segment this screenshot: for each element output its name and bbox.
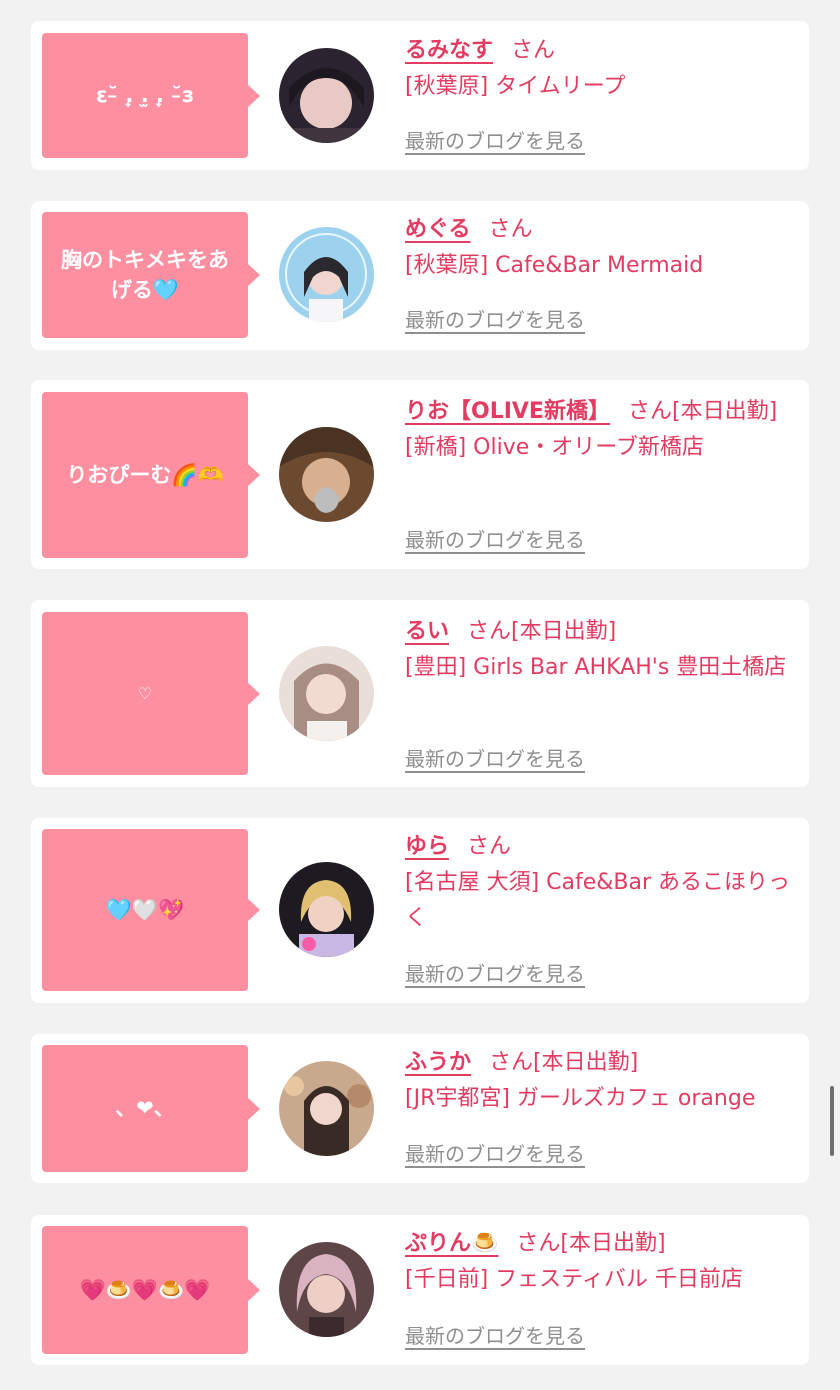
cast-name-link[interactable]: ぷりん🍮: [405, 1231, 498, 1256]
message-bubble: 、❤︎、: [42, 1045, 260, 1172]
blog-link[interactable]: 最新のブログを見る: [405, 524, 585, 553]
cast-card: 胸のトキメキをあげる🩵 めぐる さん [秋葉原] Cafe&Bar Mermaid…: [31, 201, 809, 350]
message-bubble: りおぴーむ🌈🫶: [42, 392, 260, 558]
message-text: ♡: [137, 683, 153, 703]
shop-name: [名古屋 大須] Cafe&Bar あるこほりっく: [405, 870, 791, 931]
message-bubble: 胸のトキメキをあげる🩵: [42, 212, 260, 338]
cast-blog-list: ε˘̵ .̟ .̫ .̟ ˘̵з るみなす さん [秋葉原] タイムリープ 最新の…: [0, 0, 840, 1390]
avatar[interactable]: [279, 427, 374, 522]
blog-link[interactable]: 最新のブログを見る: [405, 304, 585, 333]
cast-card: りおぴーむ🌈🫶 りお【OLIVE新橋】 さん[本日出勤] [新橋] Olive・オ…: [31, 380, 809, 569]
blog-link[interactable]: 最新のブログを見る: [405, 743, 585, 772]
cast-info: ゆら さん [名古屋 大須] Cafe&Bar あるこほりっく: [405, 829, 801, 937]
avatar-image: [279, 1061, 374, 1156]
blog-link[interactable]: 最新のブログを見る: [405, 1138, 585, 1167]
cast-card: 💗🍮💗🍮💗 ぷりん🍮 さん[本日出勤] [千日前] フェスティバル 千日前店 最新…: [31, 1215, 809, 1365]
message-text: ε˘̵ .̟ .̫ .̟ ˘̵з: [95, 83, 195, 108]
blog-link[interactable]: 最新のブログを見る: [405, 958, 585, 987]
cast-info: るみなす さん [秋葉原] タイムリープ: [405, 33, 801, 105]
honorific: さん: [488, 217, 533, 242]
name-line: ゆら さん: [405, 829, 801, 865]
avatar[interactable]: [279, 1242, 374, 1337]
cast-name-link[interactable]: ゆら: [405, 834, 449, 859]
message-text: りおぴーむ🌈🫶: [66, 462, 224, 487]
scrollbar-thumb[interactable]: [830, 1086, 834, 1156]
message-text: 💗🍮💗🍮💗: [79, 1277, 211, 1302]
cast-info: るい さん[本日出勤] [豊田] Girls Bar AHKAH's 豊田土橋店: [405, 614, 801, 686]
status-badge: [本日出勤]: [560, 1231, 666, 1256]
cast-card: 、❤︎、 ふうか さん[本日出勤] [JR宇都宮] ガールズカフェ orange …: [31, 1034, 809, 1183]
avatar-image: [279, 427, 374, 522]
avatar[interactable]: [279, 1061, 374, 1156]
honorific: さん: [467, 834, 512, 859]
name-line: ぷりん🍮 さん[本日出勤]: [405, 1226, 801, 1262]
message-bubble: ♡: [42, 612, 260, 775]
shop-name: [豊田] Girls Bar AHKAH's 豊田土橋店: [405, 655, 787, 680]
avatar-image: [279, 646, 374, 741]
cast-card: ♡ るい さん[本日出勤] [豊田] Girls Bar AHKAH's 豊田土橋…: [31, 600, 809, 787]
cast-card: ε˘̵ .̟ .̫ .̟ ˘̵з るみなす さん [秋葉原] タイムリープ 最新の…: [31, 21, 809, 170]
honorific: さん: [489, 1050, 534, 1075]
cast-name-link[interactable]: りお【OLIVE新橋】: [405, 399, 610, 424]
shop-name: [秋葉原] Cafe&Bar Mermaid: [405, 253, 704, 278]
shop-name: [JR宇都宮] ガールズカフェ orange: [405, 1086, 756, 1111]
cast-name-link[interactable]: るみなす: [405, 38, 493, 63]
name-line: るい さん[本日出勤]: [405, 614, 801, 650]
message-bubble: ε˘̵ .̟ .̫ .̟ ˘̵з: [42, 33, 260, 158]
cast-info: めぐる さん [秋葉原] Cafe&Bar Mermaid: [405, 212, 801, 284]
honorific: さん: [467, 619, 512, 644]
honorific: さん: [516, 1231, 561, 1256]
cast-name-link[interactable]: ふうか: [405, 1050, 471, 1075]
shop-name: [千日前] フェスティバル 千日前店: [405, 1267, 743, 1292]
avatar-image: [279, 862, 374, 957]
cast-card: 🩵🤍💖 ゆら さん [名古屋 大須] Cafe&Bar あるこほりっく 最新のブロ…: [31, 818, 809, 1003]
cast-info: ふうか さん[本日出勤] [JR宇都宮] ガールズカフェ orange: [405, 1045, 801, 1117]
shop-name: [新橋] Olive・オリーブ新橋店: [405, 435, 704, 460]
message-bubble: 💗🍮💗🍮💗: [42, 1226, 260, 1354]
name-line: りお【OLIVE新橋】 さん[本日出勤]: [405, 394, 801, 430]
shop-name: [秋葉原] タイムリープ: [405, 74, 626, 99]
message-text: 🩵🤍💖: [105, 897, 185, 922]
avatar-image: [279, 1242, 374, 1337]
avatar[interactable]: [279, 48, 374, 143]
cast-name-link[interactable]: るい: [405, 619, 449, 644]
message-text: 、❤︎、: [115, 1096, 175, 1121]
avatar-image: [279, 48, 374, 143]
name-line: めぐる さん: [405, 212, 801, 248]
name-line: ふうか さん[本日出勤]: [405, 1045, 801, 1081]
avatar-image: [279, 227, 374, 322]
status-badge: [本日出勤]: [533, 1050, 639, 1075]
honorific: さん: [511, 38, 556, 63]
blog-link[interactable]: 最新のブログを見る: [405, 1320, 585, 1349]
status-badge: [本日出勤]: [671, 399, 778, 424]
status-badge: [本日出勤]: [511, 619, 617, 644]
message-bubble: 🩵🤍💖: [42, 829, 260, 991]
message-text: 胸のトキメキをあげる🩵: [61, 247, 229, 302]
name-line: るみなす さん: [405, 33, 801, 69]
honorific: さん: [627, 399, 672, 424]
avatar[interactable]: [279, 646, 374, 741]
blog-link[interactable]: 最新のブログを見る: [405, 125, 585, 154]
avatar[interactable]: [279, 862, 374, 957]
cast-info: ぷりん🍮 さん[本日出勤] [千日前] フェスティバル 千日前店: [405, 1226, 801, 1298]
cast-info: りお【OLIVE新橋】 さん[本日出勤] [新橋] Olive・オリーブ新橋店: [405, 394, 801, 466]
avatar[interactable]: [279, 227, 374, 322]
cast-name-link[interactable]: めぐる: [405, 217, 471, 242]
